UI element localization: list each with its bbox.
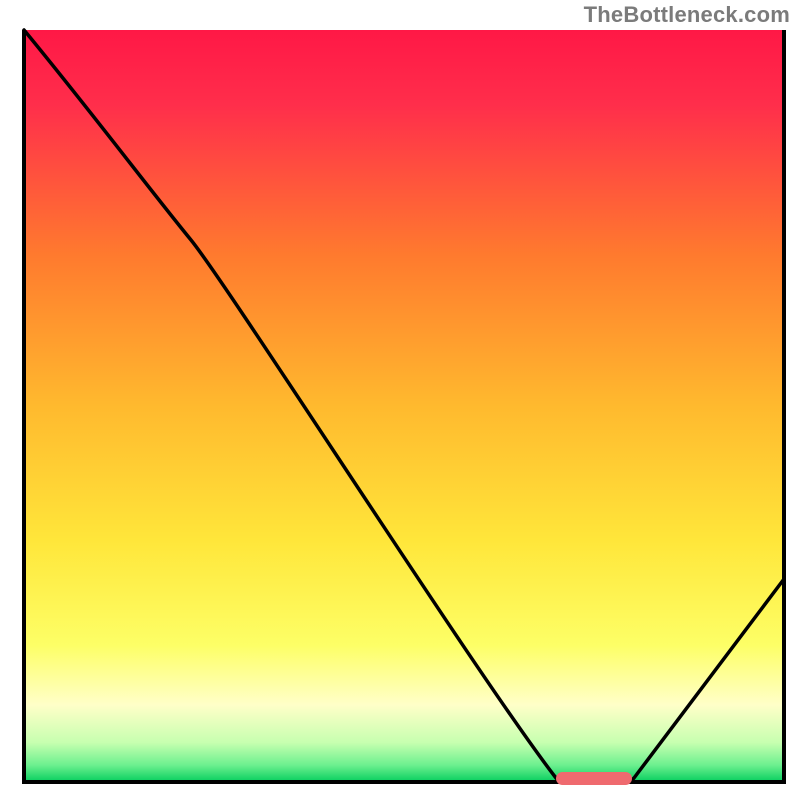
optimal-range-marker: [556, 772, 632, 785]
chart-stage: TheBottleneck.com: [0, 0, 800, 800]
plot-background: [24, 30, 782, 780]
chart-svg: [0, 0, 800, 800]
watermark-text: TheBottleneck.com: [584, 2, 790, 28]
